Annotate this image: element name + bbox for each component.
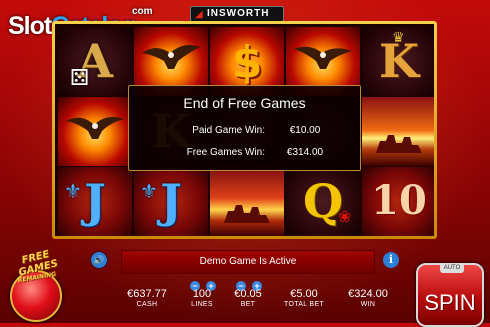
symbol-j: J ⚜	[58, 167, 132, 236]
symbol-q: Q ❀	[286, 167, 360, 236]
brand-logo-icon: ◢	[195, 9, 203, 20]
symbol-j: J ⚜	[134, 167, 208, 236]
message-text: Demo Game Is Active	[199, 256, 297, 267]
crown-icon: ♛	[392, 29, 405, 45]
brand-name: INSWORTH	[207, 8, 270, 19]
dice-icon: ⚄	[70, 65, 90, 90]
fleur-de-lis-icon: ⚜	[140, 181, 158, 203]
watermark-part1: Slot	[8, 12, 52, 40]
sound-icon[interactable]: 🔊	[91, 252, 107, 268]
eagle-icon	[142, 45, 200, 69]
dialog-title: End of Free Games	[183, 95, 306, 111]
reel-5-row-3: 10	[362, 167, 434, 236]
spin-button[interactable]: AUTO SPIN	[416, 263, 484, 327]
reel-1-row-3: J ⚜	[58, 167, 132, 236]
symbol-eagle	[58, 97, 132, 166]
end-of-free-games-dialog: End of Free Games Paid Game Win: €10.00 …	[128, 85, 361, 171]
free-games-win-label: Free Games Win:	[186, 147, 265, 158]
symbol-10: 10	[362, 167, 434, 236]
rose-icon: ❀	[338, 209, 352, 226]
reel-4-row-3: Q ❀	[286, 167, 360, 236]
fleur-de-lis-icon: ⚜	[64, 181, 82, 203]
message-bar: Demo Game Is Active	[121, 250, 375, 274]
spin-label: SPIN	[424, 290, 476, 315]
win-value: €324.00	[348, 288, 388, 300]
ainsworth-logo: ◢ INSWORTH	[190, 6, 284, 22]
reel-2-row-3: J ⚜	[134, 167, 208, 236]
symbol-10-letter: 10	[371, 177, 427, 224]
free-games-remaining-badge: FREE GAMES REMAINING	[2, 249, 72, 284]
reel-5-row-2	[362, 97, 434, 166]
symbol-sunset	[362, 97, 434, 166]
paid-game-win-label: Paid Game Win:	[192, 125, 265, 136]
win-label: WIN	[360, 301, 376, 308]
reel-3-row-3	[210, 167, 284, 236]
eagle-icon	[66, 117, 124, 139]
eagle-icon	[294, 46, 352, 69]
reel-5-row-1: K ♛	[362, 27, 434, 96]
autoplay-button[interactable]: AUTO	[440, 263, 464, 273]
reel-1-row-1: A ⚄	[58, 27, 132, 96]
info-icon[interactable]: i	[383, 252, 399, 268]
symbol-a: A ⚄	[58, 27, 132, 96]
total-bet-display: €5.00 TOTAL BET	[271, 288, 337, 308]
butte-icon	[376, 135, 422, 153]
free-games-win-value: €314.00	[286, 147, 324, 158]
win-display: €324.00 WIN	[335, 288, 401, 308]
symbol-k: K ♛	[362, 27, 434, 96]
dollar-icon: $	[231, 37, 263, 88]
watermark-suffix: com	[132, 6, 153, 17]
total-bet-value: €5.00	[290, 288, 318, 300]
reel-1-row-2	[58, 97, 132, 166]
symbol-sunset	[210, 167, 284, 236]
paid-game-win-value: €10.00	[289, 125, 321, 136]
butte-icon	[224, 205, 270, 223]
total-bet-label: TOTAL BET	[284, 301, 324, 308]
